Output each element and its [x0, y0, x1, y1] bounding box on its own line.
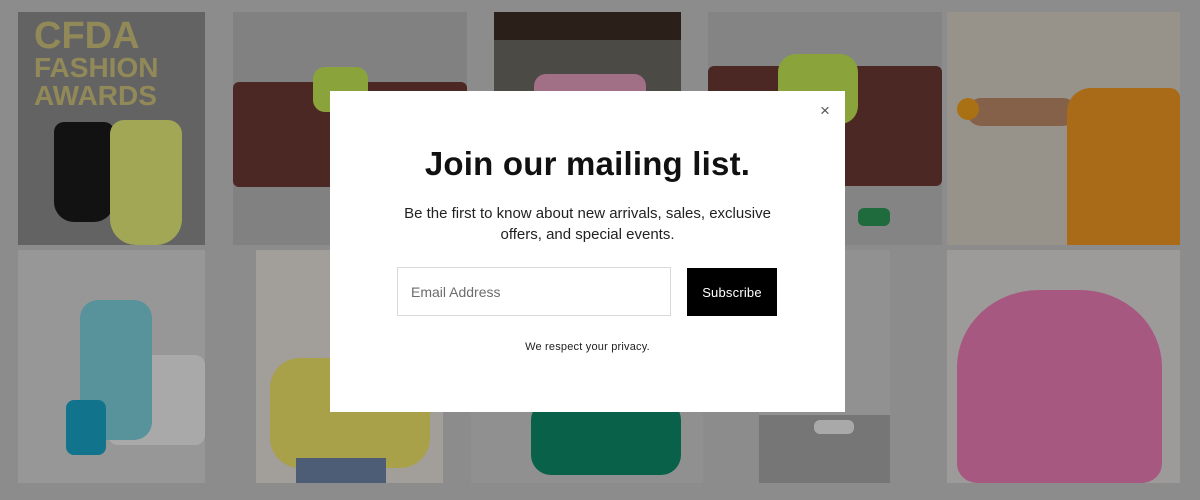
email-input[interactable] — [397, 267, 671, 316]
modal-subtitle: Be the first to know about new arrivals,… — [404, 205, 771, 243]
modal-title: Join our mailing list. — [424, 145, 751, 182]
close-icon[interactable]: × — [816, 102, 834, 120]
newsletter-modal: × Join our mailing list. Be the first to… — [330, 91, 845, 412]
subscribe-button[interactable]: Subscribe — [687, 268, 777, 316]
privacy-note: We respect your privacy. — [525, 341, 650, 353]
